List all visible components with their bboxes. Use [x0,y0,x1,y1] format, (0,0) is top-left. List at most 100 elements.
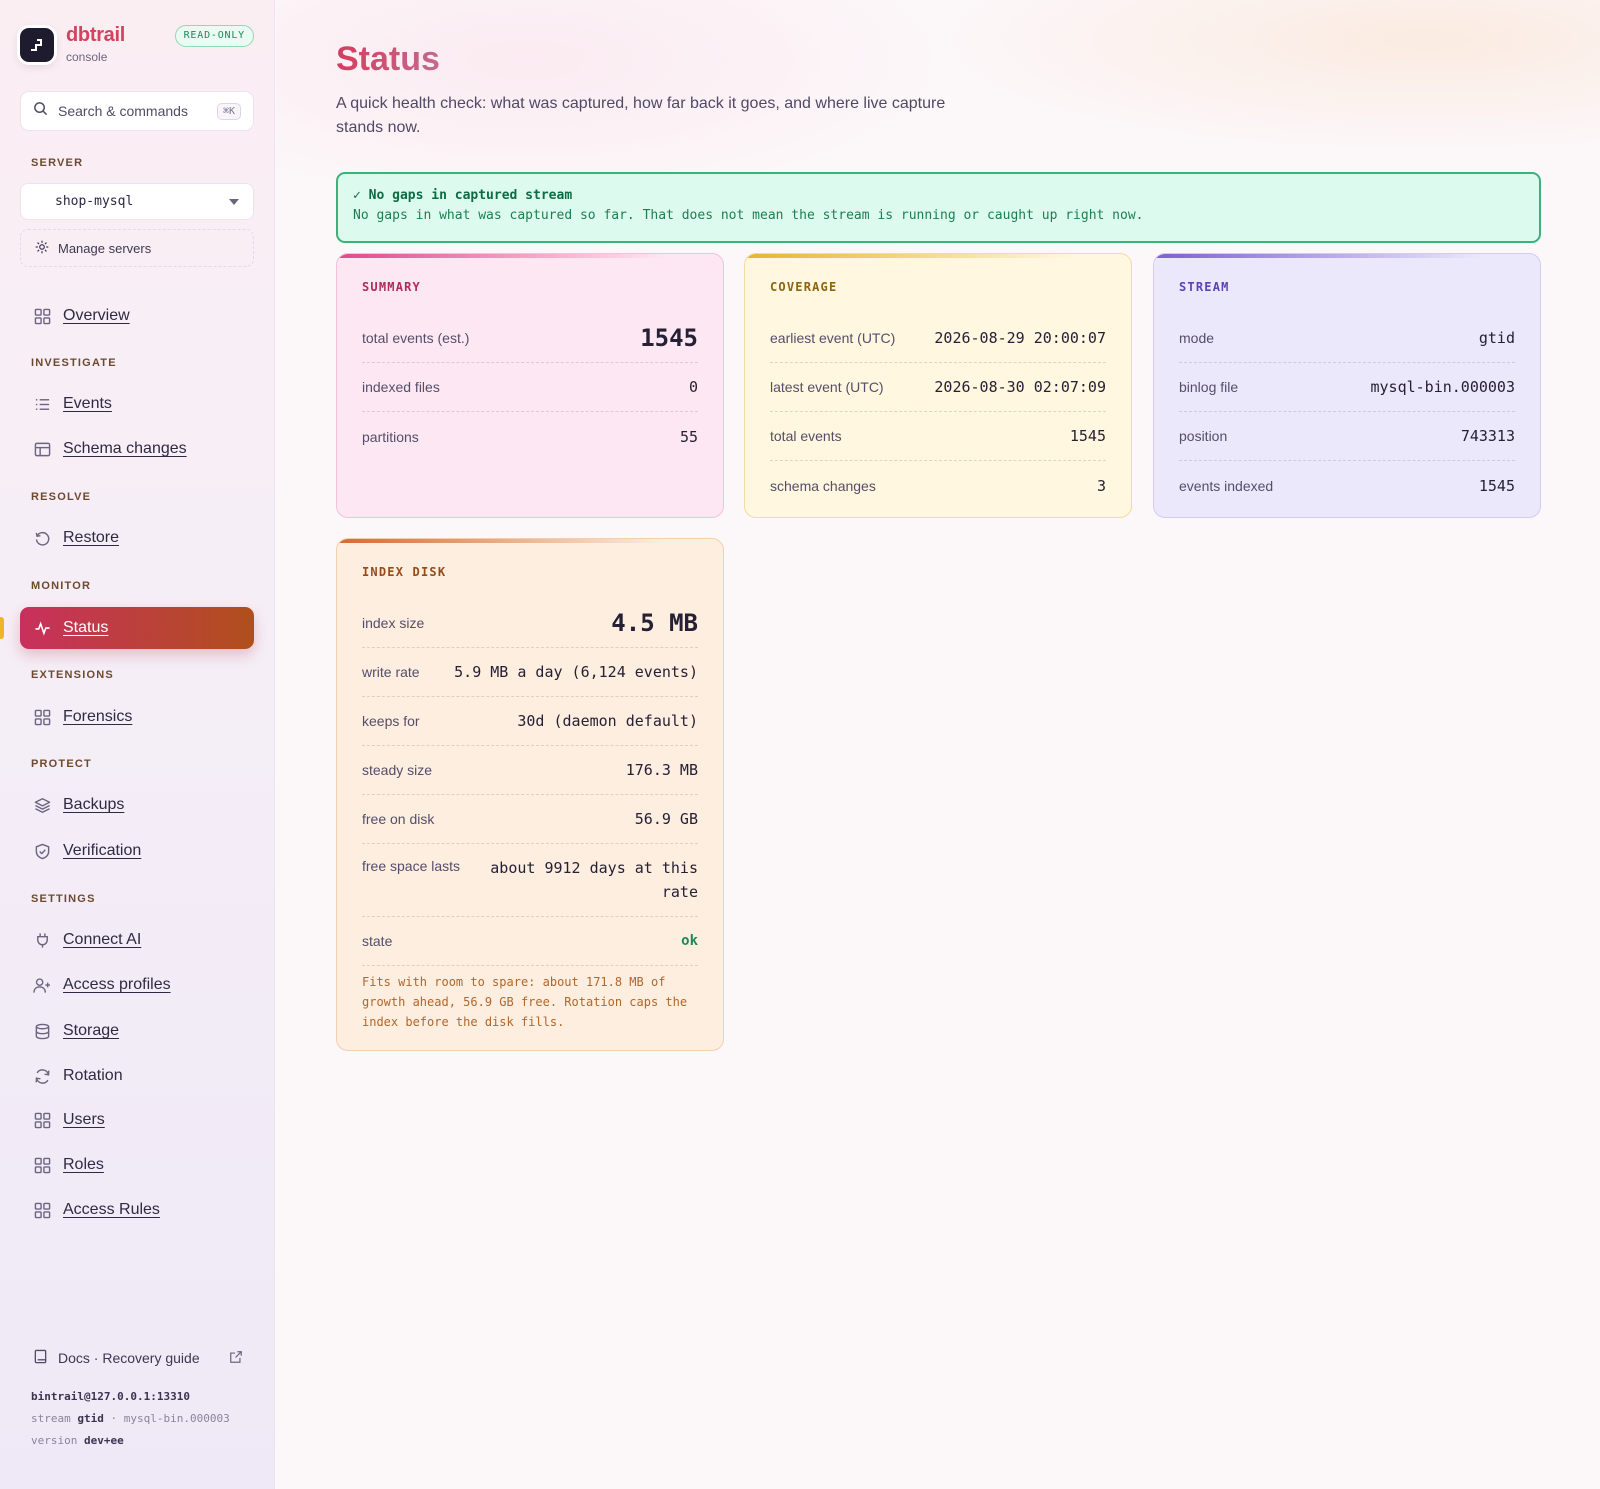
section-investigate: INVESTIGATE [31,357,117,369]
row-value: 176.3 MB [625,761,698,779]
sidebar-item-label: Connect AI [63,931,142,948]
connection-string: bintrail@127.0.0.1:13310 [31,1390,190,1403]
sidebar-item-rotation[interactable]: Rotation [20,1055,254,1097]
grid-icon [33,1111,51,1129]
stream-row-position: position 743313 [1179,412,1515,461]
card-accent [337,254,723,258]
search-icon [33,101,48,121]
row-label: earliest event (UTC) [770,330,896,346]
restore-icon [33,529,51,547]
sidebar-item-overview[interactable]: Overview [20,295,254,337]
coverage-row-schema-changes: schema changes 3 [770,461,1106,510]
search-shortcut: ⌘K [216,102,241,120]
sidebar-item-backups[interactable]: Backups [20,784,254,826]
stream-mode: gtid [77,1412,104,1425]
banner-title: ✓ No gaps in captured stream [353,188,573,203]
card-accent [745,254,1131,258]
disk-note: Fits with room to spare: about 171.8 MB … [362,975,688,1029]
card-label: INDEX DISK [362,565,447,579]
sidebar-item-forensics[interactable]: Forensics [20,696,254,738]
row-value: 2026-08-30 02:07:09 [934,378,1106,396]
row-label: free on disk [362,811,435,827]
sidebar-item-label: Access profiles [63,976,171,993]
shield-check-icon [33,842,51,860]
sidebar-item-label: Rotation [63,1067,123,1084]
row-label: schema changes [770,477,876,494]
stream-row-events-indexed: events indexed 1545 [1179,461,1515,510]
row-value: 55 [679,427,698,446]
grid-icon [33,708,51,726]
connection-info: bintrail@127.0.0.1:13310 stream gtid · m… [31,1388,251,1450]
brand: dbtrail console READ-ONLY [20,24,254,68]
sidebar-item-label: Backups [63,796,125,813]
brand-name: dbtrail [66,24,126,46]
sidebar-item-roles[interactable]: Roles [20,1144,254,1186]
row-value: 1545 [640,324,698,352]
index-disk-card: INDEX DISK index size 4.5 MB write rate … [336,538,724,1051]
row-value: 5.9 MB a day (6,124 events) [454,663,698,681]
row-label: indexed files [362,379,440,395]
sidebar-item-users[interactable]: Users [20,1099,254,1141]
state-badge: ok [681,933,698,949]
row-label: total events [770,428,842,444]
stream-row-mode: mode gtid [1179,314,1515,363]
sidebar-item-status[interactable]: Status [20,607,254,649]
refresh-icon [33,1067,51,1085]
sidebar-item-verification[interactable]: Verification [20,830,254,872]
sidebar-item-access-rules[interactable]: Access Rules [20,1189,254,1231]
summary-row-indexed-files: indexed files 0 [362,363,698,412]
row-value: 1545 [1478,476,1515,495]
manage-servers-button[interactable]: Manage servers [20,229,254,267]
stream-info: stream gtid · mysql-bin.000003 [31,1410,251,1428]
row-value: gtid [1478,329,1515,347]
disk-row-index-size: index size 4.5 MB [362,599,698,648]
plug-icon [33,931,51,949]
row-label: keeps for [362,713,420,729]
row-value: 30d (daemon default) [517,712,698,730]
section-extensions: EXTENSIONS [31,669,114,681]
sidebar-item-label: Restore [63,529,120,546]
sidebar-item-label: Users [63,1111,105,1128]
sidebar-item-label: Schema changes [63,440,187,457]
active-indicator [0,617,4,639]
row-value: 2026-08-29 20:00:07 [934,329,1106,347]
search-label: Search & commands [58,103,188,119]
gear-icon [35,240,49,257]
book-icon [33,1349,48,1367]
row-value: mysql-bin.000003 [1370,378,1516,396]
logo-icon [20,28,54,62]
disk-row-keeps-for: keeps for 30d (daemon default) [362,697,698,746]
disk-row-free-on-disk: free on disk 56.9 GB [362,795,698,844]
row-value: 0 [688,378,698,396]
coverage-row-latest: latest event (UTC) 2026-08-30 02:07:09 [770,363,1106,412]
sidebar-item-events[interactable]: Events [20,383,254,425]
sidebar-item-label: Verification [63,842,142,859]
brand-subtitle: console [66,50,108,64]
row-label: events indexed [1179,477,1274,494]
docs-link[interactable]: Docs · Recovery guide [33,1347,243,1369]
row-label: index size [362,615,425,631]
row-label: position [1179,428,1228,444]
sidebar-item-schema-changes[interactable]: Schema changes [20,428,254,470]
banner-text: No gaps in what was captured so far. Tha… [353,208,1144,223]
server-select[interactable]: shop-mysql [20,183,254,220]
layers-icon [33,796,51,814]
search-button[interactable]: Search & commands ⌘K [20,91,254,131]
table-icon [33,440,51,458]
coverage-row-earliest: earliest event (UTC) 2026-08-29 20:00:07 [770,314,1106,363]
summary-card: SUMMARY total events (est.) 1545 indexed… [336,253,724,518]
sidebar-item-access-profiles[interactable]: Access profiles [20,964,254,1006]
row-value: 4.5 MB [611,609,698,637]
row-label: total events (est.) [362,330,470,346]
sidebar-item-label: Status [63,619,109,636]
coverage-row-total-events: total events 1545 [770,412,1106,461]
row-label: mode [1179,330,1215,346]
row-label: free space lasts [362,858,461,874]
user-plus-icon [33,976,51,994]
sidebar-item-storage[interactable]: Storage [20,1010,254,1052]
sidebar-item-connect-ai[interactable]: Connect AI [20,919,254,961]
sidebar-item-restore[interactable]: Restore [20,517,254,559]
section-protect: PROTECT [31,758,92,770]
card-accent [337,539,723,543]
grid-icon [33,307,51,325]
